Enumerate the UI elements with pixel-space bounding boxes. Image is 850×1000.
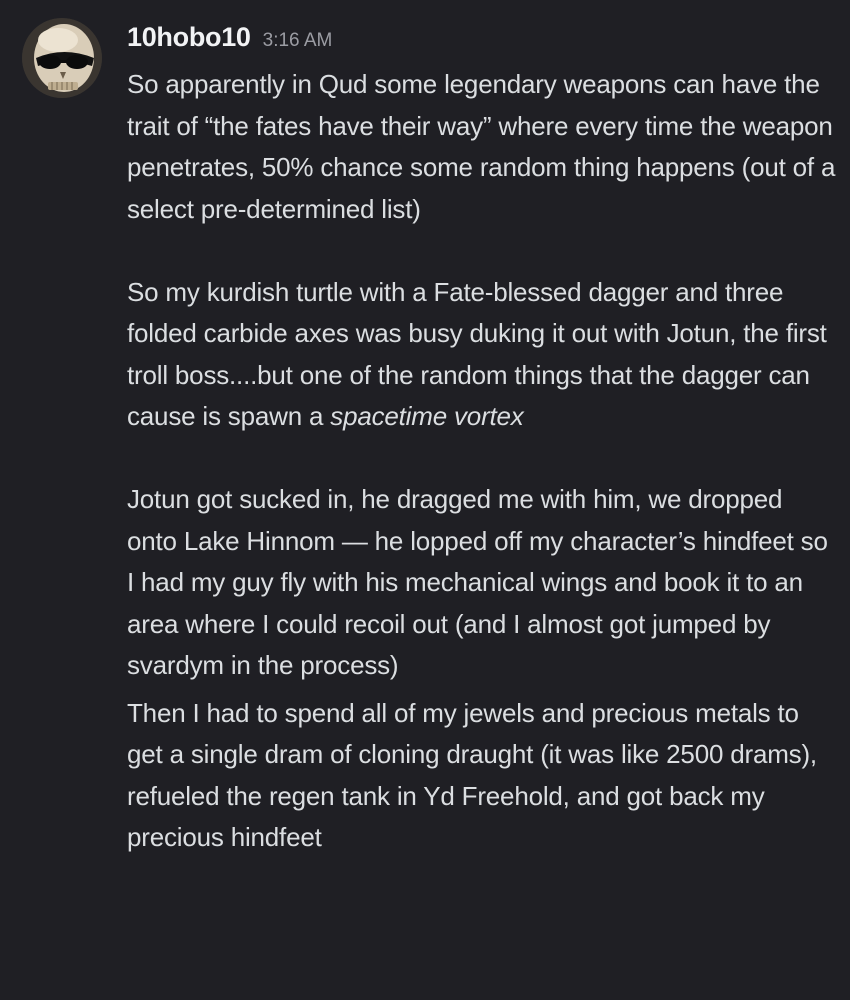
message-paragraph-3: Jotun got sucked in, he dragged me with … — [127, 484, 828, 680]
message-paragraph-4: Then I had to spend all of my jewels and… — [127, 697, 817, 853]
message-content: 10hobo10 3:16 AM So apparently in Qud so… — [127, 22, 836, 859]
chat-message: 10hobo10 3:16 AM So apparently in Qud so… — [0, 0, 850, 1000]
paragraph-2-italic: spacetime vortex — [330, 401, 524, 431]
skull-with-sunglasses-icon — [22, 18, 102, 98]
message-paragraph-1: So apparently in Qud some legendary weap… — [127, 69, 836, 224]
message-header: 10hobo10 3:16 AM — [127, 22, 836, 60]
avatar[interactable] — [22, 18, 102, 98]
timestamp[interactable]: 3:16 AM — [263, 30, 333, 52]
message-paragraph-2: So my kurdish turtle with a Fate-blessed… — [127, 272, 836, 438]
username[interactable]: 10hobo10 — [127, 22, 251, 53]
